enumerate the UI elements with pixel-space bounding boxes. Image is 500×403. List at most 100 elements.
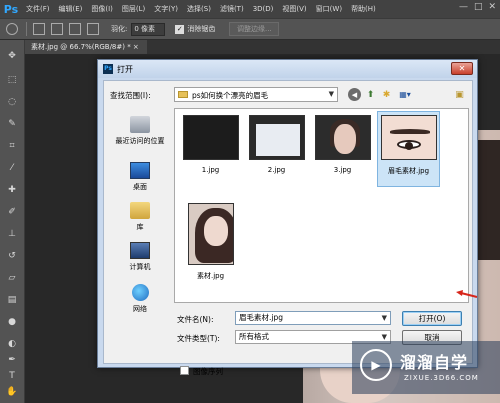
refine-edge-button[interactable]: 调整边缘... [229, 22, 280, 36]
menu-layer[interactable]: 图层(L) [122, 4, 145, 14]
feather-input[interactable]: 0 像素 [131, 22, 166, 36]
eraser-tool-icon[interactable]: ▱ [6, 272, 18, 284]
close-button[interactable]: ✕ [488, 2, 496, 12]
file-thumbnail [187, 203, 234, 265]
dialog-close-button[interactable]: ✕ [451, 62, 473, 75]
file-item-selected[interactable]: 眉毛素材.jpg [377, 111, 440, 187]
file-item[interactable]: 素材.jpg [179, 203, 242, 281]
move-tool-icon[interactable]: ✥ [6, 50, 18, 62]
look-in-dropdown[interactable]: ps如何换个漂亮的眉毛 ▼ [174, 87, 338, 102]
menu-filter[interactable]: 滤镜(T) [220, 4, 244, 14]
document-tab[interactable]: 素材.jpg @ 66.7%(RGB/8#) * × [25, 40, 147, 54]
tools-panel: ✥ ⬚ ◌ ✎ ⌗ ⁄ ✚ ✐ ⊥ ↺ ▱ ▤ ● ◐ ✒ T ✋ [0, 40, 25, 403]
pen-tool-icon[interactable]: ✒ [6, 354, 18, 366]
file-item[interactable]: 3.jpg [311, 115, 374, 174]
back-icon[interactable]: ◀ [348, 88, 361, 101]
marquee-tool-icon[interactable]: ⬚ [6, 74, 18, 86]
file-name-label: 文件名(N): [177, 315, 214, 324]
image-sequence-label: 图像序列 [193, 367, 223, 376]
image-sequence-checkbox[interactable] [180, 366, 189, 375]
minimize-button[interactable]: — [459, 2, 468, 12]
file-item[interactable]: 1.jpg [179, 115, 242, 174]
chevron-down-icon[interactable]: ▼ [382, 312, 387, 324]
file-thumbnail [248, 115, 305, 160]
computer-icon [130, 242, 150, 259]
menu-bar: Ps 文件(F) 编辑(E) 图像(I) 图层(L) 文字(Y) 选择(S) 滤… [0, 0, 500, 18]
open-dialog: Ps 打开 ✕ 查找范围(I): ps如何换个漂亮的眉毛 ▼ ◀ ⬆ ✱ ▦▾ … [97, 59, 478, 376]
chevron-down-icon[interactable]: ▼ [329, 90, 334, 98]
menu-edit[interactable]: 编辑(E) [59, 4, 83, 14]
place-library[interactable]: 库 [108, 202, 172, 232]
file-name: 1.jpg [201, 166, 220, 174]
crop-tool-icon[interactable]: ⌗ [6, 140, 18, 152]
place-label: 计算机 [129, 263, 151, 271]
file-name: 3.jpg [333, 166, 352, 174]
antialias-label: 消除锯齿 [187, 25, 216, 33]
file-item[interactable]: 2.jpg [245, 115, 308, 174]
dialog-title: 打开 [117, 65, 133, 74]
folder-up-icon[interactable]: ▣ [453, 88, 466, 101]
watermark: ▶ 溜溜自学 ZIXUE.3D66.COM [352, 341, 500, 394]
type-tool-icon[interactable]: T [6, 370, 18, 382]
intersect-selection-icon[interactable] [87, 23, 99, 35]
menu-window[interactable]: 窗口(W) [316, 4, 342, 14]
file-name-input[interactable]: 眉毛素材.jpg ▼ [235, 311, 391, 325]
file-name: 素材.jpg [196, 272, 225, 280]
photoshop-icon: Ps [103, 64, 113, 74]
blur-tool-icon[interactable]: ● [6, 316, 18, 328]
clone-stamp-icon[interactable]: ⊥ [6, 228, 18, 240]
new-folder-icon[interactable]: ✱ [380, 88, 393, 101]
history-brush-icon[interactable]: ↺ [6, 250, 18, 262]
menu-file[interactable]: 文件(F) [26, 4, 50, 14]
file-name: 2.jpg [267, 166, 286, 174]
view-menu-icon[interactable]: ▦▾ [396, 88, 414, 101]
place-computer[interactable]: 计算机 [108, 242, 172, 272]
healing-brush-icon[interactable]: ✚ [6, 184, 18, 196]
file-name: 眉毛素材.jpg [387, 167, 430, 175]
menu-view[interactable]: 视图(V) [282, 4, 306, 14]
file-type-value: 所有格式 [239, 332, 269, 341]
look-in-value: ps如何换个漂亮的眉毛 [192, 91, 269, 100]
place-label: 网络 [133, 305, 147, 313]
open-button[interactable]: 打开(O) [402, 311, 462, 326]
dialog-titlebar: Ps 打开 ✕ [98, 60, 477, 78]
antialias-checkbox[interactable]: ✓ [175, 24, 185, 34]
brush-tool-icon[interactable]: ✐ [6, 206, 18, 218]
dodge-tool-icon[interactable]: ◐ [6, 338, 18, 350]
place-desktop[interactable]: 桌面 [108, 162, 172, 192]
places-sidebar: 最近访问的位置 桌面 库 计算机 网络 [108, 108, 172, 360]
gradient-tool-icon[interactable]: ▤ [6, 294, 18, 306]
desktop-icon [130, 162, 150, 179]
hand-tool-icon[interactable]: ✋ [6, 386, 18, 398]
recent-places-icon [130, 116, 150, 133]
file-thumbnail [182, 115, 239, 160]
place-label: 库 [136, 223, 144, 231]
lasso-tool-icon[interactable] [6, 23, 18, 35]
library-icon [130, 202, 150, 219]
watermark-url: ZIXUE.3D66.COM [404, 374, 479, 382]
up-folder-icon[interactable]: ⬆ [364, 88, 377, 101]
maximize-button[interactable]: □ [474, 2, 483, 12]
place-recent[interactable]: 最近访问的位置 [108, 116, 172, 146]
play-logo-icon: ▶ [360, 349, 392, 381]
menu-image[interactable]: 图像(I) [91, 4, 113, 14]
file-thumbnail [380, 115, 437, 160]
photoshop-logo: Ps [3, 2, 19, 16]
menu-select[interactable]: 选择(S) [187, 4, 211, 14]
menu-help[interactable]: 帮助(H) [351, 4, 376, 14]
file-type-label: 文件类型(T): [177, 334, 220, 343]
place-label: 桌面 [133, 183, 147, 191]
add-selection-icon[interactable] [51, 23, 63, 35]
file-list: 1.jpg 2.jpg 3.jpg 眉毛素材.jpg 素材.jpg [174, 108, 469, 303]
dialog-body: 查找范围(I): ps如何换个漂亮的眉毛 ▼ ◀ ⬆ ✱ ▦▾ ▣ 最近访问的位… [103, 80, 473, 376]
eyedropper-icon[interactable]: ⁄ [6, 162, 18, 174]
new-selection-icon[interactable] [33, 23, 45, 35]
subtract-selection-icon[interactable] [69, 23, 81, 35]
lasso-tool-icon[interactable]: ◌ [6, 96, 18, 108]
quick-select-icon[interactable]: ✎ [6, 118, 18, 130]
menu-type[interactable]: 文字(Y) [154, 4, 178, 14]
place-network[interactable]: 网络 [108, 284, 172, 314]
watermark-title: 溜溜自学 [400, 353, 469, 372]
menu-3d[interactable]: 3D(D) [253, 5, 274, 13]
look-in-label: 查找范围(I): [110, 91, 151, 100]
